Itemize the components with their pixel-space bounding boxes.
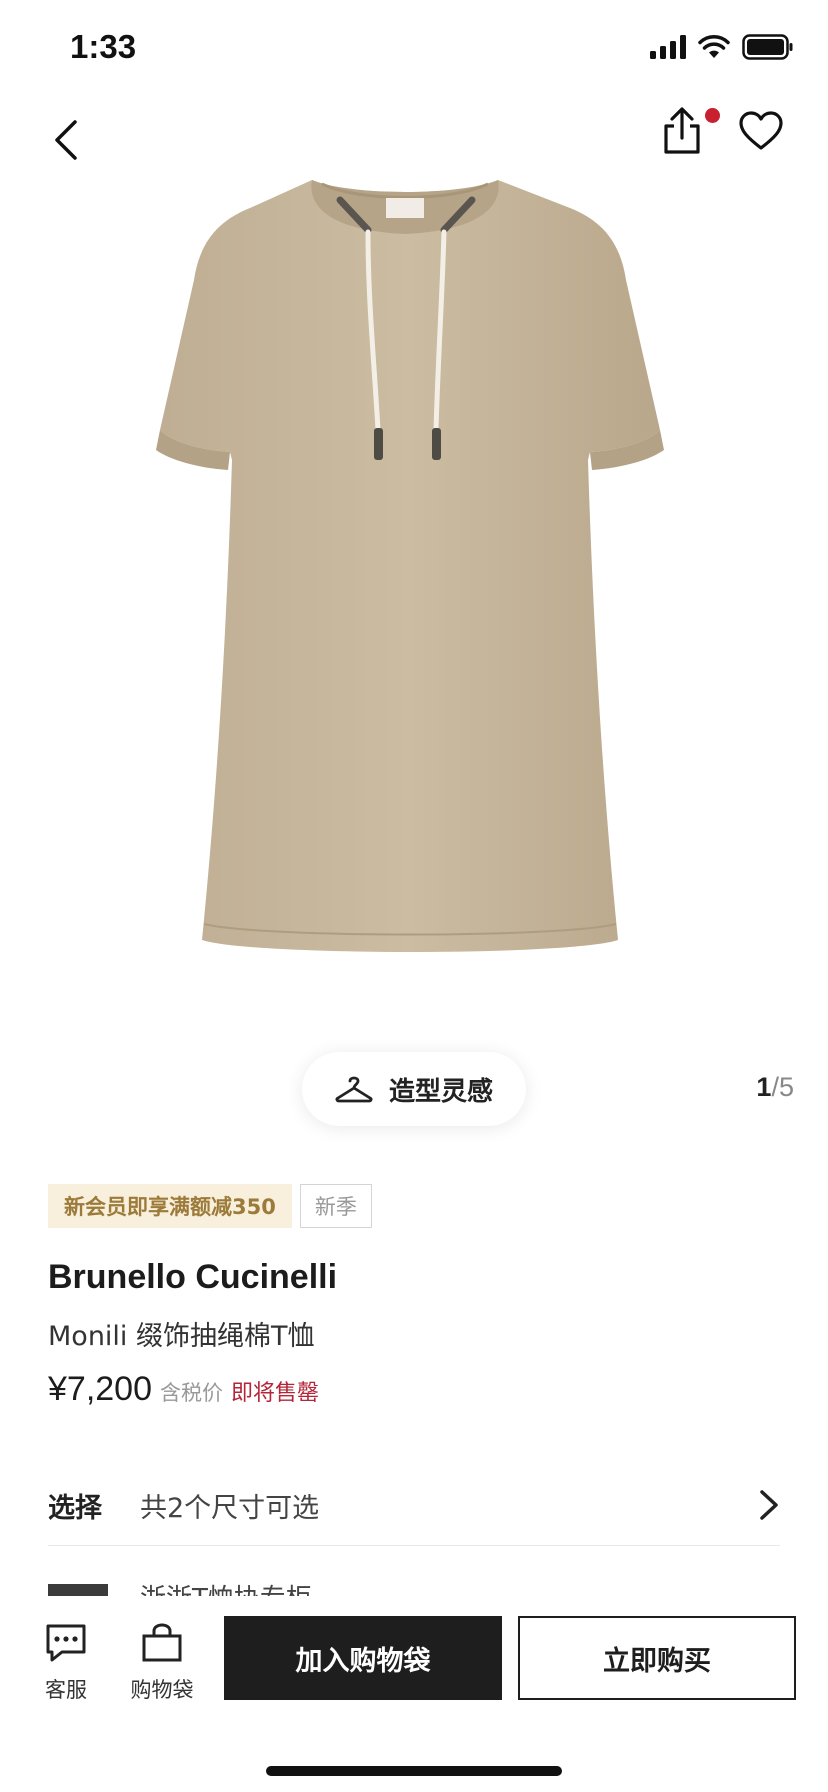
add-to-bag-button[interactable]: 加入购物袋 [224, 1616, 502, 1700]
shipping-thumb [48, 1584, 108, 1596]
customer-service-button[interactable]: 客服 [36, 1622, 96, 1704]
style-inspiration-label: 造型灵感 [388, 1076, 493, 1107]
size-select-value: 共2个尺寸可选 [140, 1493, 320, 1524]
share-icon [664, 107, 700, 154]
customer-service-label: 客服 [45, 1678, 87, 1702]
pager-separator: / [771, 1072, 779, 1102]
buy-now-button[interactable]: 立即购买 [518, 1616, 796, 1700]
wifi-icon [698, 35, 730, 58]
share-button[interactable] [660, 106, 720, 166]
shipping-row-text: 浙浙T恤协专柜 [140, 1578, 312, 1596]
battery-icon [742, 34, 793, 60]
pager-total: 5 [778, 1072, 794, 1102]
hanger-icon [335, 1076, 373, 1103]
back-button[interactable] [40, 110, 90, 170]
promo-tag[interactable]: 新会员即享满额减350 [48, 1184, 292, 1228]
tax-note: 含税价 [160, 1381, 223, 1405]
price: ¥7,200 [48, 1370, 152, 1408]
stock-note: 即将售罄 [231, 1381, 320, 1406]
brand-name[interactable]: Brunello Cucinelli [48, 1258, 337, 1297]
status-time: 1:33 [70, 28, 137, 65]
image-pager: 1/5 [756, 1072, 794, 1103]
bag-icon [142, 1623, 182, 1662]
price-row: ¥7,200 含税价 即将售罄 [48, 1370, 319, 1409]
product-name: Monili 缀饰抽绳棉T恤 [48, 1321, 315, 1352]
chat-icon [46, 1624, 86, 1662]
size-select-row[interactable]: 选择 共2个尺寸可选 [48, 1466, 780, 1546]
pager-current: 1 [756, 1072, 772, 1102]
status-icons [650, 34, 794, 60]
heart-icon [739, 111, 783, 150]
season-tag: 新季 [299, 1184, 372, 1228]
shipping-row[interactable]: 浙浙T恤协专柜 [48, 1576, 780, 1596]
style-inspiration-button[interactable]: 造型灵感 [302, 1052, 526, 1126]
product-tags: 新会员即享满额减350 新季 [48, 1184, 372, 1228]
shopping-bag-button[interactable]: 购物袋 [120, 1622, 204, 1704]
signal-icon [650, 35, 686, 59]
product-image[interactable] [100, 160, 720, 980]
notification-dot [705, 108, 720, 123]
home-indicator[interactable] [266, 1766, 562, 1776]
chevron-right-icon [760, 1490, 778, 1520]
shopping-bag-label: 购物袋 [130, 1678, 194, 1702]
size-select-title: 选择 [48, 1493, 102, 1524]
status-bar: 1:33 [0, 0, 828, 100]
bottom-action-bar: 客服 购物袋 加入购物袋 立即购买 [0, 1596, 828, 1792]
tshirt-image [156, 180, 664, 952]
favorite-button[interactable] [738, 110, 794, 166]
back-icon [55, 120, 77, 160]
